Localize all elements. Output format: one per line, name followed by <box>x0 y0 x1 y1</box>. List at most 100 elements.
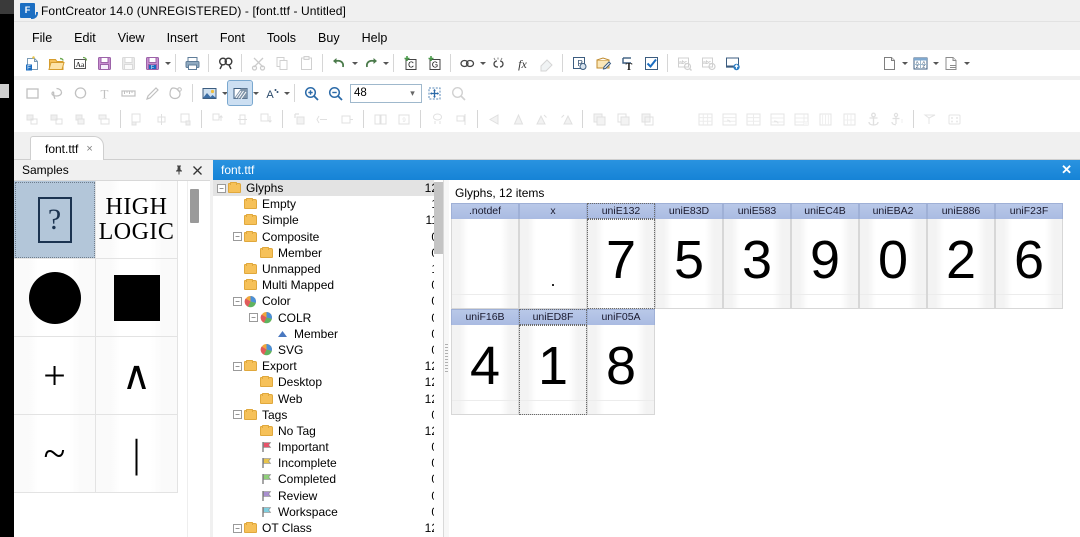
zoom-out-icon[interactable] <box>323 81 347 105</box>
edit-metadata-icon[interactable] <box>591 51 615 75</box>
menu-tools[interactable]: Tools <box>257 29 306 47</box>
add-character-icon[interactable]: C <box>398 51 422 75</box>
unlink-icon[interactable] <box>486 51 510 75</box>
glyph-cell[interactable]: uniED8F 1 <box>519 309 587 415</box>
glyph-cell-preview[interactable]: 8 <box>587 325 655 415</box>
glyph-cell-name[interactable]: uniF16B <box>451 309 519 325</box>
tree-item-completed[interactable]: Completed0 <box>213 471 443 487</box>
document-close-icon[interactable]: ✕ <box>1061 162 1072 178</box>
subtract-icon[interactable] <box>611 107 635 131</box>
page-setup-icon[interactable] <box>877 51 901 75</box>
distribute-h-icon[interactable] <box>125 107 149 131</box>
glyph-cell-preview[interactable]: 2 <box>927 219 995 309</box>
glyph-cell-name[interactable]: uniF05A <box>587 309 655 325</box>
link-dropdown-icon[interactable] <box>479 51 486 75</box>
tree-item-simple[interactable]: Simple 11 <box>213 212 443 228</box>
wordmark-sample[interactable]: HIGH LOGIC <box>96 181 178 259</box>
grid-swap-icon[interactable] <box>765 107 789 131</box>
save-icon[interactable] <box>92 51 116 75</box>
menu-buy[interactable]: Buy <box>308 29 350 47</box>
shift-mid-icon[interactable] <box>230 107 254 131</box>
grid-insert-icon[interactable] <box>789 107 813 131</box>
pattern-tool-icon[interactable] <box>227 80 253 106</box>
menu-edit[interactable]: Edit <box>64 29 106 47</box>
glyph-cell-preview[interactable]: 7 <box>587 219 655 309</box>
contour-direction-icon[interactable] <box>368 107 392 131</box>
collapse-icon[interactable]: − <box>217 183 226 193</box>
glyph-cell-name[interactable]: uniEC4B <box>791 203 859 219</box>
shift-up-icon[interactable] <box>206 107 230 131</box>
glyph-cell-name[interactable]: uniEBA2 <box>859 203 927 219</box>
save-as-icon[interactable] <box>116 51 140 75</box>
shift-down-icon[interactable] <box>254 107 278 131</box>
glyph-cell[interactable]: uniE132 7 <box>587 203 655 309</box>
tree-item-glyphs[interactable]: − Glyphs 12 <box>213 180 443 197</box>
eraser-icon[interactable] <box>534 51 558 75</box>
menu-view[interactable]: View <box>108 29 155 47</box>
grid-row-icon[interactable] <box>717 107 741 131</box>
tilde-sample[interactable]: ~ <box>14 415 96 493</box>
tree-item-unmapped[interactable]: Unmapped1 <box>213 261 443 277</box>
glyph-cell[interactable]: .notdef <box>451 203 519 309</box>
tree-item-incomplete[interactable]: Incomplete0 <box>213 455 443 471</box>
glyph-cell-preview[interactable]: 9 <box>791 219 859 309</box>
redo-dropdown-icon[interactable] <box>382 51 389 75</box>
save-dropdown-icon[interactable] <box>164 51 171 75</box>
tab-close-icon[interactable]: × <box>86 143 92 155</box>
menu-font[interactable]: Font <box>210 29 255 47</box>
glyph-cell[interactable]: uniE583 3 <box>723 203 791 309</box>
pencil-tool-icon[interactable] <box>140 81 164 105</box>
undo-dropdown-icon[interactable] <box>351 51 358 75</box>
contour-set-icon[interactable]: 9 <box>392 107 416 131</box>
collapse-icon[interactable]: − <box>233 523 242 533</box>
tree-item-export[interactable]: − Export 12 <box>213 358 443 374</box>
glyph-cell-preview[interactable] <box>451 219 519 309</box>
tree-item-workspace[interactable]: Workspace0 <box>213 504 443 520</box>
glyph-cell-preview[interactable]: 1 <box>519 325 587 415</box>
guides-alt-icon[interactable] <box>837 107 861 131</box>
install-font-icon[interactable]: Aa <box>68 51 92 75</box>
open-font-icon[interactable] <box>44 51 68 75</box>
glyph-cell-name[interactable]: uniE583 <box>723 203 791 219</box>
pen-icon[interactable] <box>918 107 942 131</box>
glyph-cell-preview[interactable]: 5 <box>655 219 723 309</box>
paste-icon[interactable] <box>294 51 318 75</box>
glyph-cell-name[interactable]: x <box>519 203 587 219</box>
report-dropdown-icon[interactable] <box>963 51 970 75</box>
compare-font-icon[interactable]: abc <box>696 51 720 75</box>
glyph-cell[interactable]: uniF05A 8 <box>587 309 655 415</box>
glyph-cell[interactable]: uniEBA2 0 <box>859 203 927 309</box>
tree-item-important[interactable]: Important0 <box>213 439 443 455</box>
tree-item-review[interactable]: Review0 <box>213 488 443 504</box>
align-center-icon[interactable] <box>44 107 68 131</box>
tree-item-color[interactable]: −Color0 <box>213 293 443 309</box>
freeform-tool-icon[interactable] <box>68 81 92 105</box>
export-font-icon[interactable] <box>720 51 744 75</box>
collapse-icon[interactable]: − <box>249 313 258 323</box>
magnifier-icon[interactable] <box>446 81 470 105</box>
glyph-cell[interactable]: uniF16B 4 <box>451 309 519 415</box>
circle-sample[interactable] <box>14 259 96 337</box>
tree-item-colr[interactable]: −COLR0 <box>213 310 443 326</box>
new-font-icon[interactable]: F <box>20 51 44 75</box>
caret-sample[interactable]: ∧ <box>96 337 178 415</box>
tree-item-composite[interactable]: −Composite0 <box>213 229 443 245</box>
test-font-icon[interactable]: abc <box>672 51 696 75</box>
tab-font-ttf[interactable]: font.ttf × <box>30 136 104 160</box>
notdef-sample[interactable]: ? <box>14 181 96 259</box>
undo-icon[interactable] <box>327 51 351 75</box>
glyph-cell[interactable]: uniE886 2 <box>927 203 995 309</box>
transform-icon[interactable]: fx <box>510 51 534 75</box>
merge-icon[interactable] <box>311 107 335 131</box>
tree-item-ot-class[interactable]: − OT Class 12 <box>213 520 443 536</box>
glyph-cell-name[interactable]: uniE83D <box>655 203 723 219</box>
tree-item-multi-mapped[interactable]: Multi Mapped0 <box>213 277 443 293</box>
close-contour-icon[interactable] <box>425 107 449 131</box>
character-map-dropdown-icon[interactable] <box>932 51 939 75</box>
split-icon[interactable] <box>287 107 311 131</box>
glyph-cell-name[interactable]: uniE132 <box>587 203 655 219</box>
lasso-tool-icon[interactable] <box>44 81 68 105</box>
pin-icon[interactable] <box>170 161 188 179</box>
save-all-icon[interactable]: F <box>140 51 164 75</box>
tree-item-member[interactable]: Member0 <box>213 326 443 342</box>
